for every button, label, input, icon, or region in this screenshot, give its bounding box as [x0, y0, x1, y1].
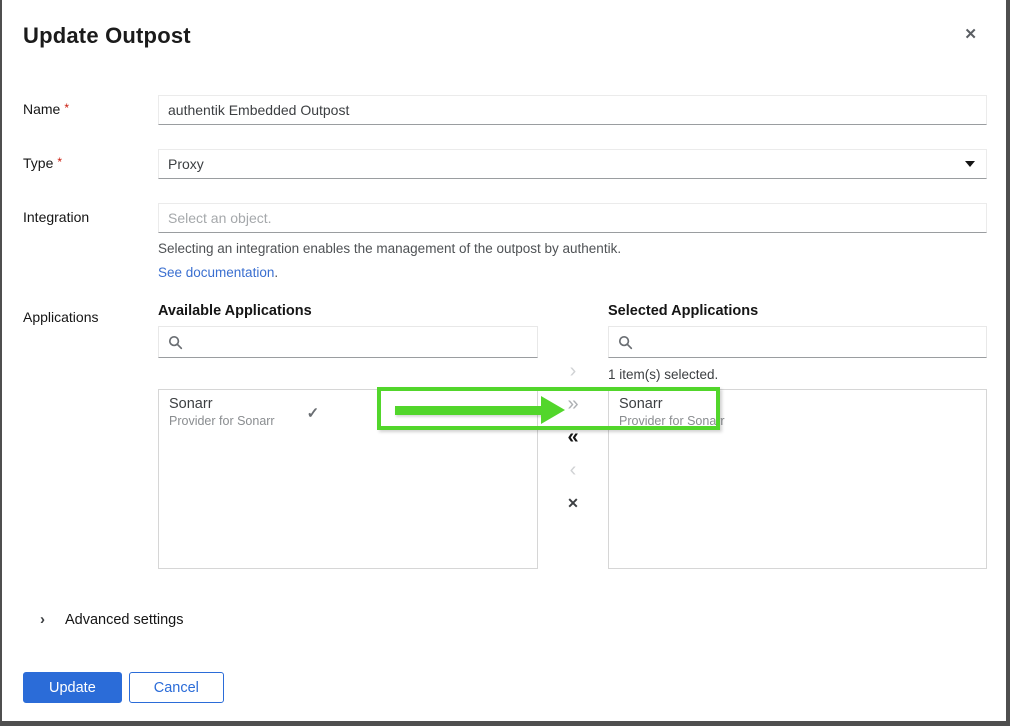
modal-body: Update Outpost ✕ Name * Type * Proxy Integ…	[2, 0, 1006, 703]
name-input[interactable]	[158, 95, 987, 125]
name-label: Name *	[23, 95, 158, 117]
selected-pane-header: Selected Applications	[608, 303, 987, 319]
applications-row: Applications Available Applications	[23, 303, 987, 569]
required-asterisk: *	[64, 101, 69, 115]
remove-selected-button[interactable]: ‹	[570, 460, 577, 480]
update-button[interactable]: Update	[23, 672, 122, 703]
check-icon: ✓	[307, 404, 320, 422]
list-item-subtitle: Provider for Sonarr	[169, 414, 275, 429]
selected-search-input[interactable]	[641, 334, 977, 350]
list-item-text: Sonarr Provider for Sonarr	[169, 396, 275, 429]
list-item-selected-sonarr[interactable]: Sonarr Provider for Sonarr	[609, 390, 986, 434]
type-select[interactable]: Proxy	[158, 149, 987, 179]
dual-list-selector: Available Applications Sonarr	[158, 303, 987, 569]
required-asterisk: *	[57, 155, 62, 169]
search-icon	[618, 335, 633, 350]
name-row: Name *	[23, 95, 987, 125]
add-selected-button[interactable]: ›	[570, 361, 577, 381]
name-label-text: Name	[23, 101, 60, 117]
list-item-subtitle: Provider for Sonarr	[619, 414, 725, 429]
available-pane: Available Applications Sonarr	[158, 303, 538, 569]
page-title: Update Outpost	[23, 24, 987, 48]
integration-input[interactable]	[158, 203, 987, 233]
close-icon[interactable]: ✕	[964, 28, 977, 42]
clear-selection-button[interactable]: ✕	[567, 493, 579, 513]
type-label-text: Type	[23, 155, 53, 171]
search-icon	[168, 335, 183, 350]
dialog-header: Update Outpost ✕	[23, 24, 987, 48]
available-search-input[interactable]	[191, 334, 528, 350]
type-label: Type *	[23, 149, 158, 171]
integration-label: Integration	[23, 203, 158, 225]
transfer-controls: › » « ‹ ✕	[538, 303, 608, 569]
integration-help-text: Selecting an integration enables the man…	[158, 240, 987, 257]
available-list: Sonarr Provider for Sonarr ✓	[158, 389, 538, 569]
doc-link-period: .	[274, 265, 278, 280]
list-item-text: Sonarr Provider for Sonarr	[619, 396, 725, 429]
available-search-box	[158, 326, 538, 358]
chevron-right-icon: ›	[40, 612, 45, 628]
list-item-title: Sonarr	[169, 396, 275, 413]
integration-field-group: Selecting an integration enables the man…	[158, 203, 987, 281]
doc-link-line: See documentation.	[158, 264, 987, 281]
list-item-title: Sonarr	[619, 396, 725, 413]
advanced-settings-toggle[interactable]: › Advanced settings	[40, 610, 987, 630]
remove-all-button[interactable]: «	[567, 427, 578, 447]
applications-label: Applications	[23, 303, 158, 325]
advanced-settings-label: Advanced settings	[65, 612, 184, 628]
selected-search-box	[608, 326, 987, 358]
dialog-footer: Update Cancel	[23, 672, 987, 703]
documentation-link[interactable]: See documentation	[158, 265, 274, 280]
type-row: Type * Proxy	[23, 149, 987, 179]
selected-count-status: 1 item(s) selected.	[608, 358, 987, 389]
integration-row: Integration Selecting an integration ena…	[23, 203, 987, 281]
selected-list: Sonarr Provider for Sonarr	[608, 389, 987, 569]
type-select-value: Proxy	[168, 156, 204, 172]
add-all-button[interactable]: »	[567, 394, 578, 414]
list-item-available-sonarr[interactable]: Sonarr Provider for Sonarr ✓	[159, 390, 537, 434]
update-outpost-dialog: Update Outpost ✕ Name * Type * Proxy Integ…	[0, 0, 1010, 726]
cancel-button[interactable]: Cancel	[129, 672, 224, 703]
available-pane-header: Available Applications	[158, 303, 538, 319]
chevron-down-icon	[965, 161, 975, 167]
selected-pane: Selected Applications 1 item(s) selected…	[608, 303, 987, 569]
available-status-spacer	[158, 358, 538, 389]
